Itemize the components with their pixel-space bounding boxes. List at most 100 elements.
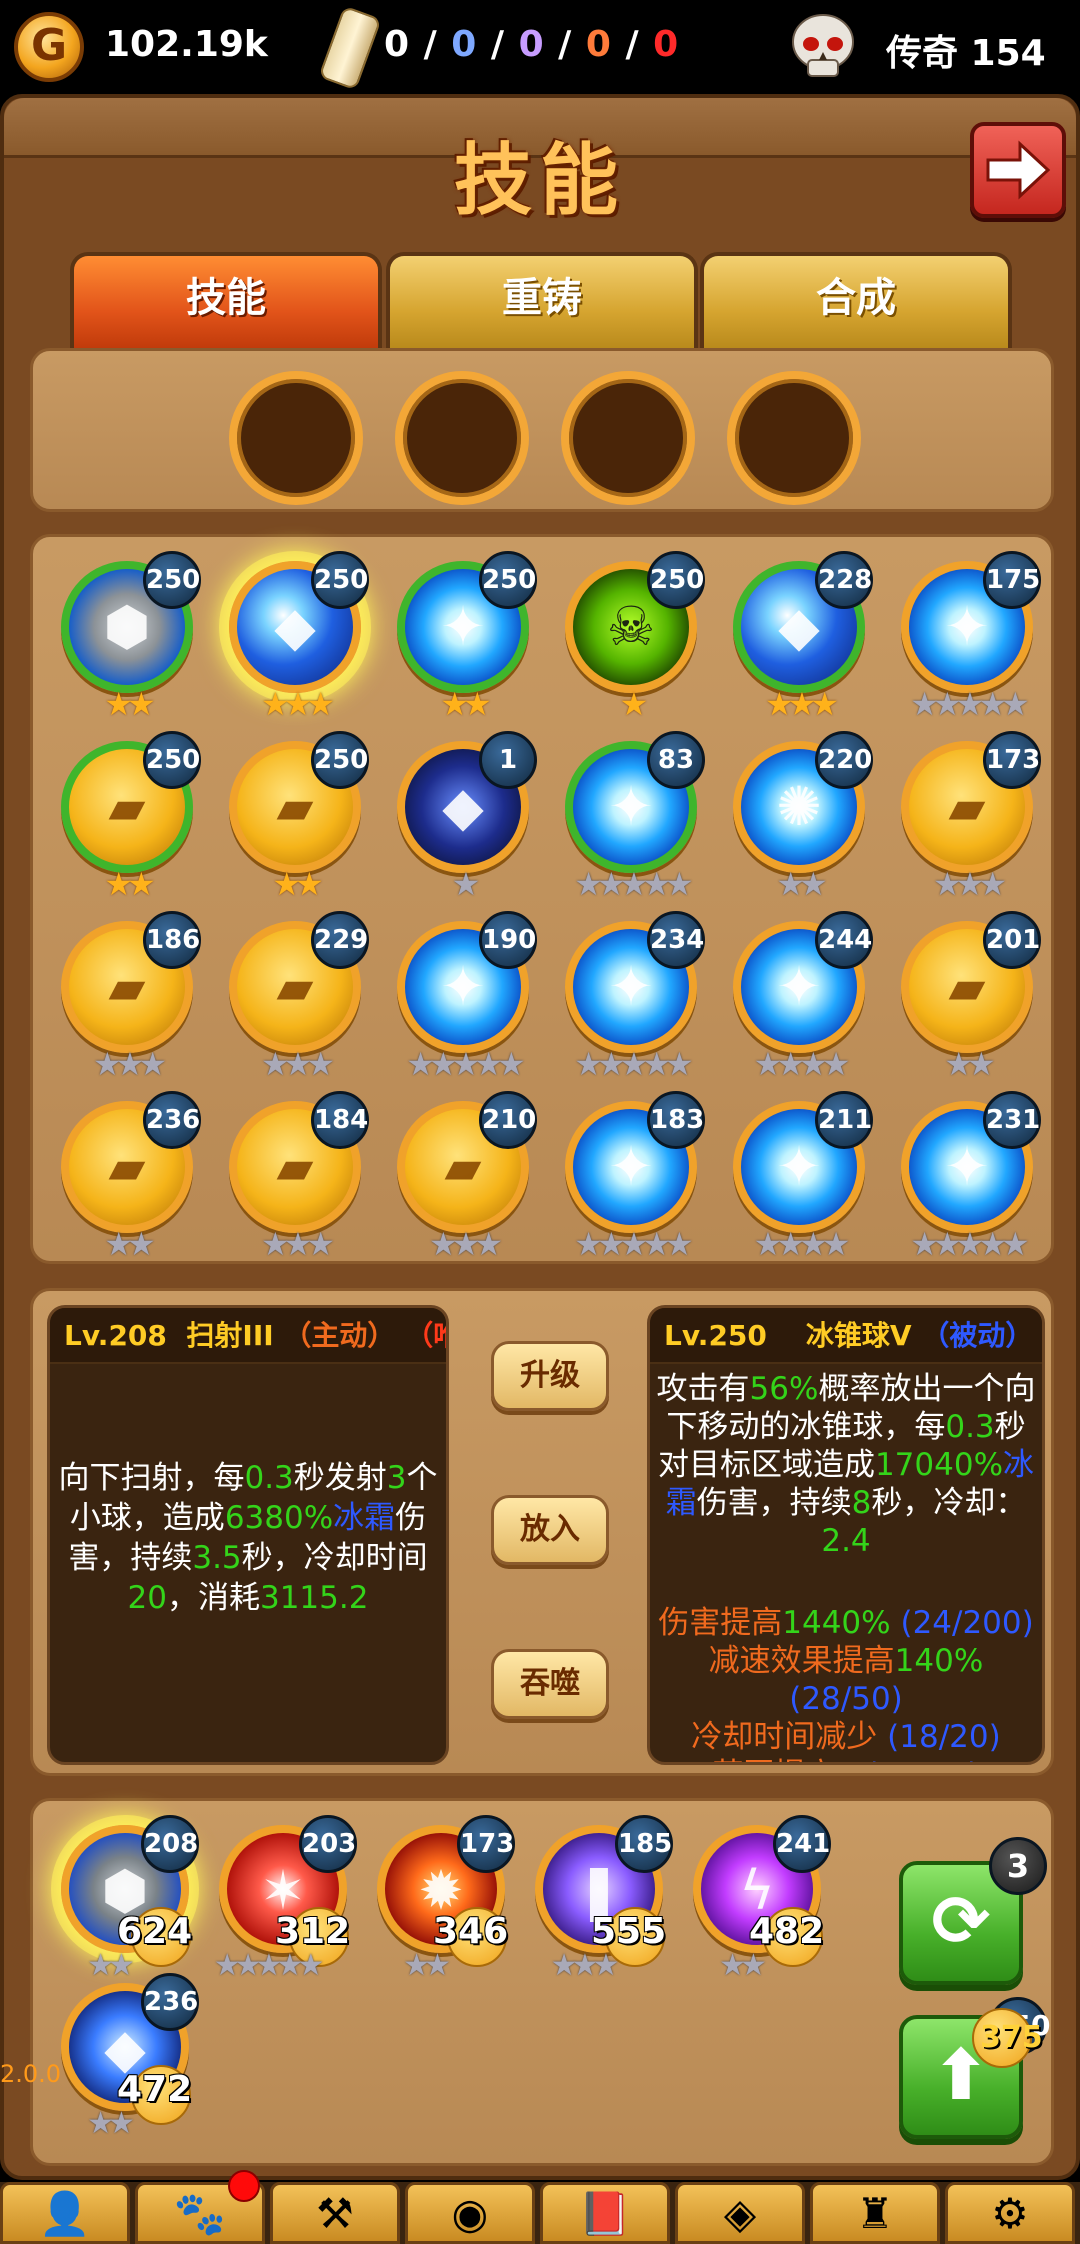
bonus-label: 伤害提高 [658,1605,783,1641]
compare-skill-level: Lv.250 [664,1319,767,1352]
compare-skill-header: Lv.250 冰锥球V （被动） [650,1308,1042,1364]
exit-button[interactable] [970,122,1066,218]
equipped-skill[interactable]: ❚ 185 555 ★★★ [527,1815,677,1985]
skill-level-badge: 229 [311,911,369,969]
skill-slot[interactable]: ✦ 175 ★★★★★ [887,551,1047,721]
tab-bar: 技能 重铸 合成 [70,252,1016,348]
skill-slot[interactable]: ◆ 1 ★ [383,731,543,901]
star-rating: ★★★ [764,685,839,723]
skill-slot[interactable]: ▰ 236 ★★ [47,1091,207,1261]
star-rating: ★★★★★ [574,1045,693,1083]
desc-text: 0.3 [945,1409,995,1445]
star-rating: ★★★★ [753,1045,851,1083]
skill-slot[interactable]: ✦ 211 ★★★★ [719,1091,879,1261]
star-rating: ★★ [104,1225,155,1263]
bonus-line: 冷却时间减少 (18/20) [656,1718,1036,1756]
skill-slot[interactable]: ✦ 250 ★★ [383,551,543,721]
skill-slot[interactable]: ▰ 250 ★★ [215,731,375,901]
bonus-value: 140% [894,1643,984,1679]
nav-forge[interactable]: ⚒ [270,2182,400,2244]
skill-slot[interactable]: ⬢ 250 ★★ [47,551,207,721]
skill-level-badge: 175 [983,551,1041,609]
bonus-label: 范围提高 [712,1757,836,1762]
nav-scroll-character[interactable]: ♜ [810,2182,940,2244]
devour-button[interactable]: 吞噬 [491,1649,609,1719]
skill-level-badge: 183 [647,1091,705,1149]
skill-slot[interactable]: ◆ 228 ★★★ [719,551,879,721]
count-1: 0 [384,24,411,65]
tab-recast[interactable]: 重铸 [386,252,698,348]
skills-panel: 技能 技能 重铸 合成 ⬢ 250 ★★ ◆ 250 ★★★ ✦ 250 ★★ ☠ 250 ★ ◆ 228… [0,94,1080,2180]
star-rating: ★★★ [92,1045,167,1083]
skill-slot[interactable]: ▰ 250 ★★ [47,731,207,901]
orb-icon: ◉ [451,2189,489,2238]
equipped-skill[interactable]: ✹ 173 346 ★★ [369,1815,519,1985]
skill-slot[interactable]: ✦ 234 ★★★★★ [551,911,711,1081]
resource-counts: 0 / 0 / 0 / 0 / 0 [384,24,680,65]
nav-gear[interactable]: ⚙ [945,2182,1075,2244]
desc-text: ，消耗 [166,1580,260,1616]
desc-text: 秒，冷却： [871,1485,1027,1521]
bonus-progress: (10/10) [856,1757,980,1762]
skill-level-badge: 250 [311,731,369,789]
equipped-skill[interactable]: ◆ 236 472 ★★ [53,1973,203,2143]
skill-slot[interactable]: ▰ 184 ★★★ [215,1091,375,1261]
empty-slot[interactable] [395,371,529,505]
skill-cost: 624 [117,1911,193,1952]
bonus-label: 冷却时间减少 [691,1719,878,1755]
skill-level-badge: 190 [479,911,537,969]
empty-slot[interactable] [561,371,695,505]
skill-slot[interactable]: ▰ 210 ★★★ [383,1091,543,1261]
nav-map[interactable]: ◈ [675,2182,805,2244]
skill-slot[interactable]: ✦ 244 ★★★★ [719,911,879,1081]
empty-slot[interactable] [727,371,861,505]
nav-book[interactable]: 📕 [540,2182,670,2244]
skill-level-badge: 203 [299,1815,357,1873]
star-rating: ★★★★★ [910,685,1029,723]
scroll-icon [318,5,382,91]
selected-skill-tag: （唯 [405,1319,446,1352]
skill-cost: 346 [433,1911,509,1952]
skill-level-badge: 184 [311,1091,369,1149]
skill-slot[interactable]: ◆ 250 ★★★ [215,551,375,721]
bonus-line: 减速效果提高140% (28/50) [656,1642,1036,1718]
gold-coin-icon: G [14,12,84,82]
tab-skills[interactable]: 技能 [70,252,382,348]
desc-text: 8 [851,1485,872,1521]
bonus-line: 范围提高5 (10/10) [656,1756,1036,1762]
skill-slot[interactable]: ▰ 229 ★★★ [215,911,375,1081]
count-2: 0 [451,24,478,65]
star-rating: ★★★ [260,1225,335,1263]
skill-slot[interactable]: ✺ 220 ★★ [719,731,879,901]
skill-level-badge: 236 [141,1973,199,2031]
nav-hero[interactable]: 👤 [0,2182,130,2244]
nav-orb[interactable]: ◉ [405,2182,535,2244]
place-button[interactable]: 放入 [491,1495,609,1565]
empty-slot[interactable] [229,371,363,505]
equipped-skill[interactable]: ⬢ 208 624 ★★ [53,1815,203,1985]
star-rating: ★★★★★ [574,865,693,903]
skill-slot[interactable]: ✦ 231 ★★★★★ [887,1091,1047,1261]
skill-slot[interactable]: ✦ 190 ★★★★★ [383,911,543,1081]
desc-text: 17040% [874,1447,1004,1483]
skill-slot[interactable]: ▰ 173 ★★★ [887,731,1047,901]
bonus-progress: (24/200) [890,1605,1034,1641]
equipped-skill[interactable]: ϟ 241 482 ★★ [685,1815,835,1985]
equipped-skill[interactable]: ✶ 203 312 ★★★★★ [211,1815,361,1985]
skill-level-badge: 244 [815,911,873,969]
tab-compose[interactable]: 合成 [700,252,1012,348]
desc-text: 0.3 [244,1460,294,1496]
star-rating: ★★★ [260,685,335,723]
skill-slot[interactable]: ✦ 183 ★★★★★ [551,1091,711,1261]
skill-cost: 312 [275,1911,351,1952]
skill-slot[interactable]: ✦ 83 ★★★★★ [551,731,711,901]
selected-skill-header: Lv.208 扫射III （主动） （唯 [50,1308,446,1364]
upgrade-button[interactable]: 升级 [491,1341,609,1411]
star-rating: ★★ [87,2106,135,2141]
star-rating: ★★★ [260,1045,335,1083]
forge-icon: ⚒ [316,2189,354,2238]
skill-slot[interactable]: ▰ 186 ★★★ [47,911,207,1081]
refresh-icon: ⟳ [931,1880,991,1962]
skill-slot[interactable]: ▰ 201 ★★ [887,911,1047,1081]
skill-slot[interactable]: ☠ 250 ★ [551,551,711,721]
